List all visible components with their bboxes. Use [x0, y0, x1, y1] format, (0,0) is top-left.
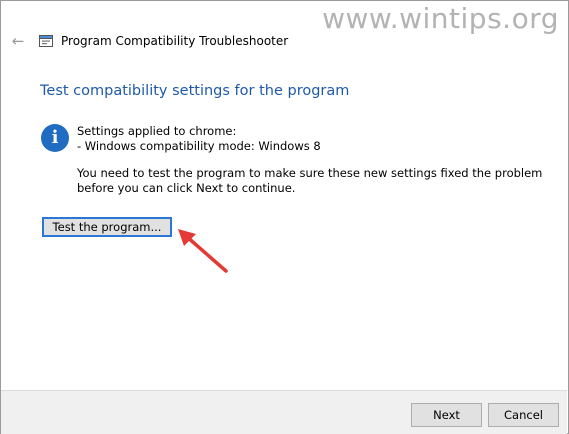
page-heading: Test compatibility settings for the prog… — [40, 83, 350, 99]
cancel-button[interactable]: Cancel — [488, 403, 559, 427]
instruction-message: You need to test the program to make sur… — [77, 166, 543, 195]
back-arrow-icon[interactable]: ← — [9, 32, 27, 50]
troubleshooter-icon — [39, 35, 53, 47]
watermark: www.wintips.org — [322, 2, 559, 35]
info-icon: i — [41, 124, 69, 152]
red-arrow-annotation-icon — [178, 229, 228, 273]
test-program-button[interactable]: Test the program... — [42, 217, 172, 237]
settings-applied-label: Settings applied to chrome: — [77, 124, 237, 138]
window-title: Program Compatibility Troubleshooter — [61, 34, 289, 48]
footer-bar — [1, 390, 567, 434]
next-button[interactable]: Next — [411, 403, 482, 427]
compat-mode-label: - Windows compatibility mode: Windows 8 — [77, 139, 321, 153]
